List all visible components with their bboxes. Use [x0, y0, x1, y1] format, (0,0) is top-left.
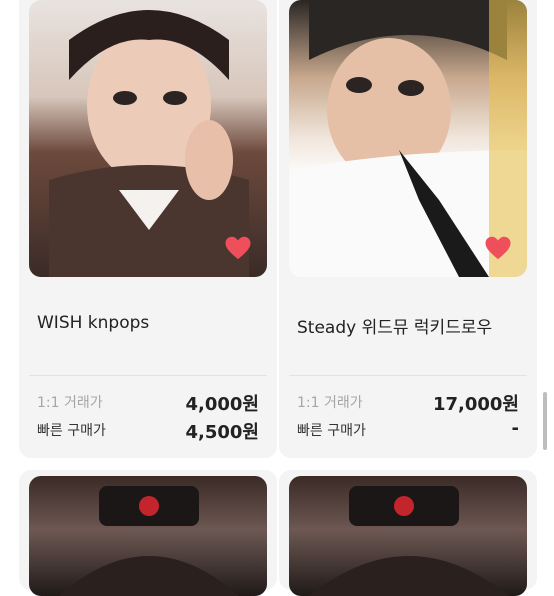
product-title[interactable]: Steady 위드뮤 럭키드로우: [297, 313, 492, 338]
product-card[interactable]: WISH knpops 1:1 거래가 4,000원 빠른 구매가 4,500원: [19, 0, 277, 458]
quick-buy-row: 빠른 구매가 -: [297, 418, 519, 440]
quick-buy-price: 4,500원: [185, 422, 260, 443]
product-image[interactable]: [29, 476, 267, 596]
heart-icon[interactable]: [223, 233, 253, 263]
product-image[interactable]: [29, 0, 267, 277]
divider: [29, 375, 267, 376]
product-card[interactable]: [279, 470, 537, 596]
scrollbar[interactable]: [543, 392, 547, 450]
photo-placeholder: [309, 486, 509, 596]
product-image[interactable]: [289, 0, 527, 277]
direct-trade-row: 1:1 거래가 4,000원: [37, 390, 259, 415]
direct-trade-price: 4,000원: [185, 394, 260, 415]
product-title[interactable]: WISH knpops: [37, 313, 149, 333]
divider: [289, 375, 527, 376]
direct-trade-label: 1:1 거래가: [37, 395, 103, 411]
photo-placeholder: [59, 486, 239, 596]
product-grid: WISH knpops 1:1 거래가 4,000원 빠른 구매가 4,500원: [0, 0, 554, 596]
quick-buy-label: 빠른 구매가: [37, 423, 106, 439]
direct-trade-price: 17,000원: [432, 394, 519, 415]
heart-icon[interactable]: [483, 233, 513, 263]
quick-buy-price: -: [511, 418, 519, 439]
quick-buy-row: 빠른 구매가 4,500원: [37, 418, 259, 443]
product-card[interactable]: [19, 470, 277, 596]
product-image[interactable]: [289, 476, 527, 596]
direct-trade-row: 1:1 거래가 17,000원: [297, 390, 519, 415]
product-card[interactable]: Steady 위드뮤 럭키드로우 1:1 거래가 17,000원 빠른 구매가 …: [279, 0, 537, 458]
direct-trade-label: 1:1 거래가: [297, 395, 363, 411]
quick-buy-label: 빠른 구매가: [297, 423, 366, 439]
